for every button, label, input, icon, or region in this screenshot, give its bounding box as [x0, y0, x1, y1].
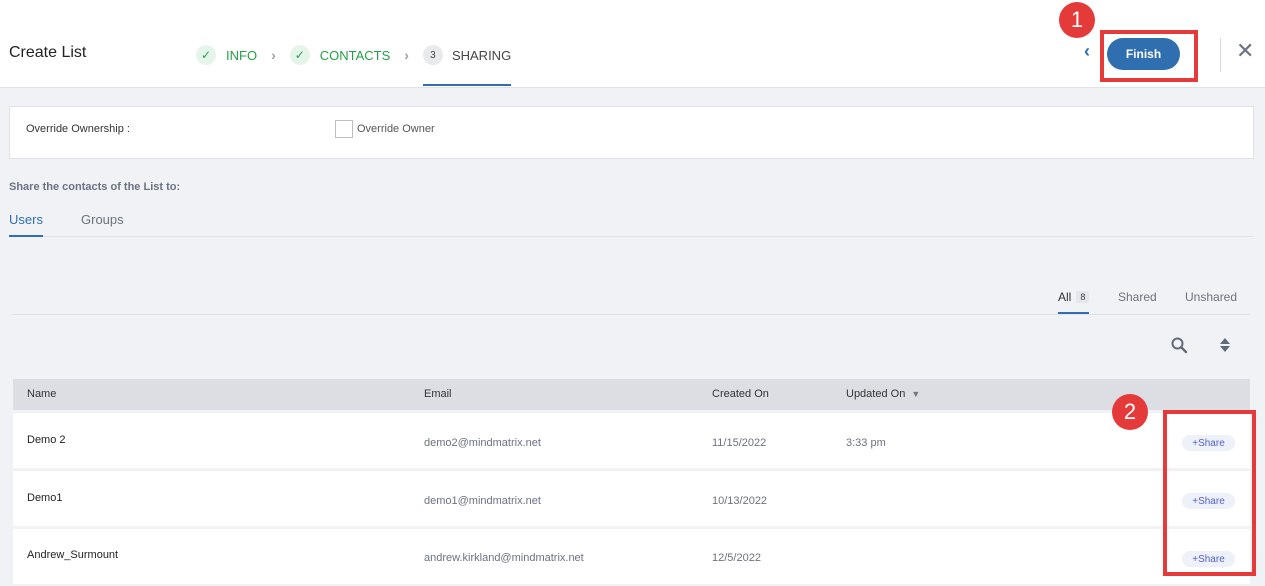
chevron-right-icon: › — [271, 47, 276, 63]
search-icon[interactable] — [1170, 336, 1188, 354]
row-email: andrew.kirkland@mindmatrix.net — [424, 552, 584, 564]
annotation-marker-2: 2 — [1112, 394, 1148, 430]
table-row: Demo 2 demo2@mindmatrix.net 11/15/2022 3… — [13, 413, 1250, 468]
close-icon[interactable]: ✕ — [1236, 40, 1254, 62]
share-filters: All 8 Shared Unshared — [12, 284, 1250, 315]
sort-desc-icon: ▼ — [911, 389, 921, 399]
tab-users[interactable]: Users — [9, 212, 43, 237]
row-email: demo1@mindmatrix.net — [424, 495, 541, 507]
col-updated-on-label: Updated On — [846, 388, 906, 400]
row-created-on: 12/5/2022 — [712, 552, 761, 564]
chevron-left-icon[interactable]: ‹ — [1084, 41, 1090, 62]
annotation-box-finish — [1100, 30, 1198, 82]
row-name: Demo1 — [27, 492, 63, 504]
share-heading: Share the contacts of the List to: — [9, 181, 181, 193]
filter-all-count: 8 — [1076, 291, 1090, 303]
table-header: Name Email Created On Updated On ▼ — [13, 379, 1250, 410]
override-owner-checkbox[interactable] — [335, 120, 353, 138]
step-sharing-label: SHARING — [451, 47, 512, 63]
header-divider — [1220, 38, 1221, 72]
row-name: Andrew_Surmount — [27, 549, 119, 561]
filter-all[interactable]: All 8 — [1058, 290, 1090, 314]
row-created-on: 10/13/2022 — [712, 495, 768, 507]
override-ownership-panel: Override Ownership : Override Owner — [9, 106, 1254, 159]
col-created-on[interactable]: Created On — [712, 388, 769, 400]
users-table: Name Email Created On Updated On ▼ Demo 2… — [13, 379, 1250, 584]
table-row: Andrew_Surmount andrew.kirkland@mindmatr… — [13, 529, 1250, 584]
filter-unshared[interactable]: Unshared — [1185, 290, 1237, 312]
row-name: Demo 2 — [27, 434, 66, 446]
col-email[interactable]: Email — [424, 388, 452, 400]
tab-groups[interactable]: Groups — [81, 212, 124, 235]
row-updated-on: 3:33 pm — [846, 437, 886, 449]
chevron-right-icon: › — [404, 47, 409, 63]
check-icon: ✓ — [196, 45, 216, 65]
annotation-box-share — [1163, 410, 1256, 576]
step-contacts-label: CONTACTS — [319, 47, 391, 63]
check-icon: ✓ — [289, 45, 310, 65]
page-title: Create List — [9, 44, 87, 61]
share-tabs: Users Groups — [9, 206, 1254, 237]
annotation-marker-1: 1 — [1059, 2, 1095, 38]
step-number: 3 — [422, 45, 443, 65]
step-info[interactable]: ✓ INFO — [196, 42, 257, 68]
col-name[interactable]: Name — [27, 388, 56, 400]
row-email: demo2@mindmatrix.net — [424, 437, 541, 449]
row-created-on: 11/15/2022 — [712, 437, 767, 449]
wizard-steps: ✓ INFO › ✓ CONTACTS › 3 SHARING — [196, 42, 512, 86]
filter-shared[interactable]: Shared — [1118, 290, 1157, 312]
override-ownership-label: Override Ownership : — [26, 123, 130, 135]
step-contacts[interactable]: ✓ CONTACTS — [289, 42, 391, 68]
filter-all-label: All — [1058, 290, 1072, 304]
override-owner-label[interactable]: Override Owner — [357, 123, 435, 135]
step-info-label: INFO — [226, 47, 258, 63]
col-updated-on[interactable]: Updated On ▼ — [846, 388, 920, 400]
table-row: Demo1 demo1@mindmatrix.net 10/13/2022 + S… — [13, 471, 1250, 526]
sort-icon[interactable] — [1218, 336, 1232, 354]
step-sharing[interactable]: 3 SHARING — [422, 42, 512, 86]
